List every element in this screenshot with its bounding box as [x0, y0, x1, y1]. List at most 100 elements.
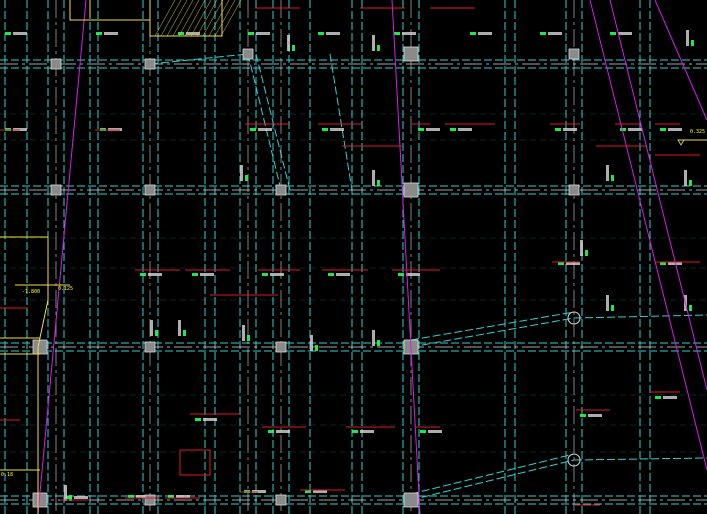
hatch-line	[208, 0, 230, 37]
beam-tag-code	[478, 32, 492, 35]
beam-tag	[195, 418, 201, 421]
structural-plan-canvas[interactable]: 0.325 -1.800 0.125 0.18	[0, 0, 707, 514]
beam-tag-code	[548, 32, 562, 35]
hatch-line	[214, 0, 236, 37]
magenta-line	[589, 0, 707, 471]
beam-tag-code	[360, 430, 374, 433]
beam-tag-code	[104, 32, 118, 35]
beam-tag-code	[13, 32, 27, 35]
beam-tag-code	[426, 128, 440, 131]
beam-tag-vertical-green	[585, 250, 588, 256]
beam-tag-code	[74, 496, 88, 499]
hatch-line	[184, 0, 206, 37]
beam-labels-layer	[5, 30, 694, 501]
beam-tag-vertical-green	[183, 330, 186, 336]
beam-tag-vertical	[287, 35, 290, 51]
level-left-text: -1.800	[22, 289, 40, 295]
beam-tag-code	[270, 273, 284, 276]
beam-tag	[96, 32, 102, 35]
beam-tag	[540, 32, 546, 35]
beam-tag-code	[148, 273, 162, 276]
misc-markings-layer	[0, 0, 707, 514]
beam-tag-vertical	[64, 485, 67, 501]
cad-drawing-viewport[interactable]: 0.325 -1.800 0.125 0.18	[0, 0, 707, 514]
beam-tag	[470, 32, 476, 35]
beam-tag-vertical-green	[155, 330, 158, 336]
beam-tag-vertical-green	[292, 45, 295, 51]
beam-tag	[555, 128, 561, 131]
beam-tag-code	[326, 32, 340, 35]
beam-tag	[660, 128, 666, 131]
beam-tag	[418, 128, 424, 131]
level-bottom-left-text: 0.18	[1, 472, 13, 478]
beam-tag-vertical	[606, 165, 609, 181]
beam-tag-code	[628, 128, 642, 131]
beam-tag-vertical	[372, 330, 375, 346]
level-marker-right: 0.325	[677, 129, 707, 146]
beam-tag-vertical	[150, 320, 153, 336]
beam-tag-code	[668, 128, 682, 131]
beam-tag-vertical	[372, 35, 375, 51]
beam-tag-vertical-green	[377, 45, 380, 51]
beam-tag-code	[588, 414, 602, 417]
beam-tag-vertical	[240, 165, 243, 181]
column-square	[403, 182, 419, 198]
beam-tag-vertical-green	[691, 40, 694, 46]
beam-tag-code	[336, 273, 350, 276]
column-square	[275, 494, 287, 506]
beam-tag-code	[663, 396, 677, 399]
beam-tag-vertical-green	[689, 305, 692, 311]
column-square	[144, 494, 156, 506]
beam-tag	[192, 273, 198, 276]
beam-tag	[450, 128, 456, 131]
beam-tag	[352, 430, 358, 433]
level-left-small-text: 0.125	[58, 286, 73, 292]
column-square	[275, 341, 287, 353]
beam-tag-code	[563, 128, 577, 131]
grid-lines-layer	[0, 0, 707, 514]
slanted-beam	[410, 453, 575, 495]
slanted-beam	[247, 53, 282, 191]
column-square	[275, 184, 287, 196]
beam-tag-code	[258, 128, 272, 131]
column-square	[403, 492, 419, 508]
column-square	[32, 339, 48, 355]
beam-tag-code	[406, 273, 420, 276]
beam-tag-code	[256, 32, 270, 35]
hatch-line	[160, 0, 182, 37]
beam-tag-vertical	[242, 325, 245, 341]
column-square	[568, 48, 580, 60]
slanted-beam	[329, 53, 353, 191]
beam-tag-code	[203, 418, 217, 421]
beam-tag-vertical	[178, 320, 181, 336]
hatch-line	[166, 0, 188, 37]
beam-tag-vertical	[686, 30, 689, 46]
beam-tag	[262, 273, 268, 276]
beam-tag-code	[402, 32, 416, 35]
beam-tag-vertical	[606, 295, 609, 311]
beam-tag	[420, 430, 426, 433]
beam-tag	[268, 430, 274, 433]
column-square	[50, 58, 62, 70]
beam-tag	[322, 128, 328, 131]
beam-tag	[610, 32, 616, 35]
beam-tag	[394, 32, 400, 35]
slanted-beam	[410, 459, 575, 501]
beam-tag	[318, 32, 324, 35]
slanted-beam	[149, 53, 249, 65]
yellow-boundary	[69, 0, 150, 21]
column-square	[50, 184, 62, 196]
beam-tag-code	[428, 430, 442, 433]
hatch-line	[220, 0, 242, 37]
slanted-beam	[410, 317, 575, 348]
beam-tag-vertical	[372, 170, 375, 186]
beam-tag-code	[458, 128, 472, 131]
column-square	[144, 184, 156, 196]
beam-tag-code	[200, 273, 214, 276]
beam-tag-code	[330, 128, 344, 131]
beam-tag-code	[276, 430, 290, 433]
beam-tag-vertical-green	[315, 345, 318, 351]
magenta-line	[609, 0, 707, 391]
column-square	[568, 184, 580, 196]
beam-tag-vertical-green	[377, 180, 380, 186]
